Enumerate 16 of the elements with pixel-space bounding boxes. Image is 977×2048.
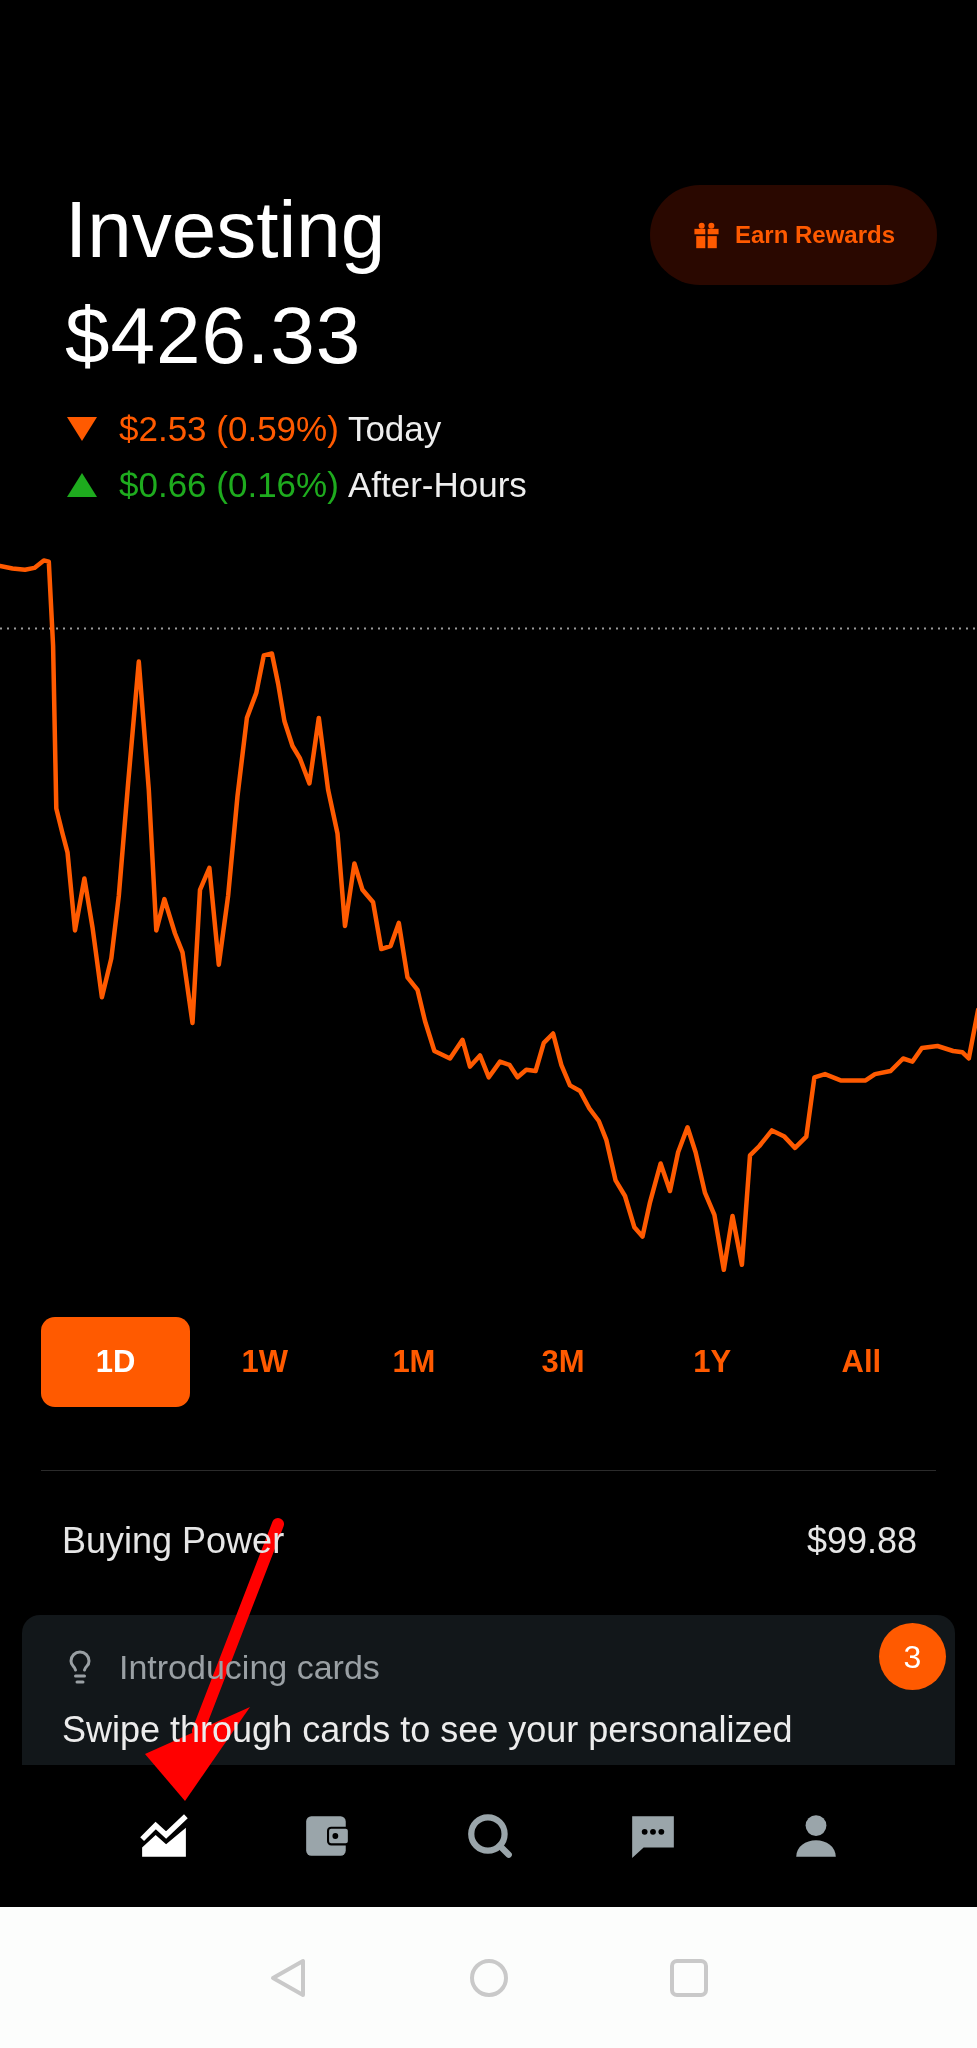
down-triangle-icon [67, 416, 97, 441]
count-badge: 3 [879, 1623, 946, 1690]
change-amount: $0.66 (0.16%) [119, 467, 339, 502]
earn-rewards-button[interactable]: Earn Rewards [650, 185, 937, 285]
buying-power-value: $99.88 [806, 1523, 917, 1559]
change-amount: $2.53 (0.59%) [119, 411, 339, 446]
time-range-tab[interactable]: 1W [190, 1317, 340, 1407]
up-triangle-icon [67, 472, 97, 497]
change-period: Today [347, 411, 442, 446]
change-period: After-Hours [347, 467, 527, 502]
time-range-tab[interactable]: 3M [488, 1317, 638, 1407]
time-range-tab[interactable]: 1M [339, 1317, 489, 1407]
time-range-tab[interactable]: All [786, 1317, 936, 1407]
time-range-tab[interactable]: 1Y [637, 1317, 787, 1407]
portfolio-balance: $426.33 [65, 296, 363, 376]
gift-icon [691, 220, 721, 250]
